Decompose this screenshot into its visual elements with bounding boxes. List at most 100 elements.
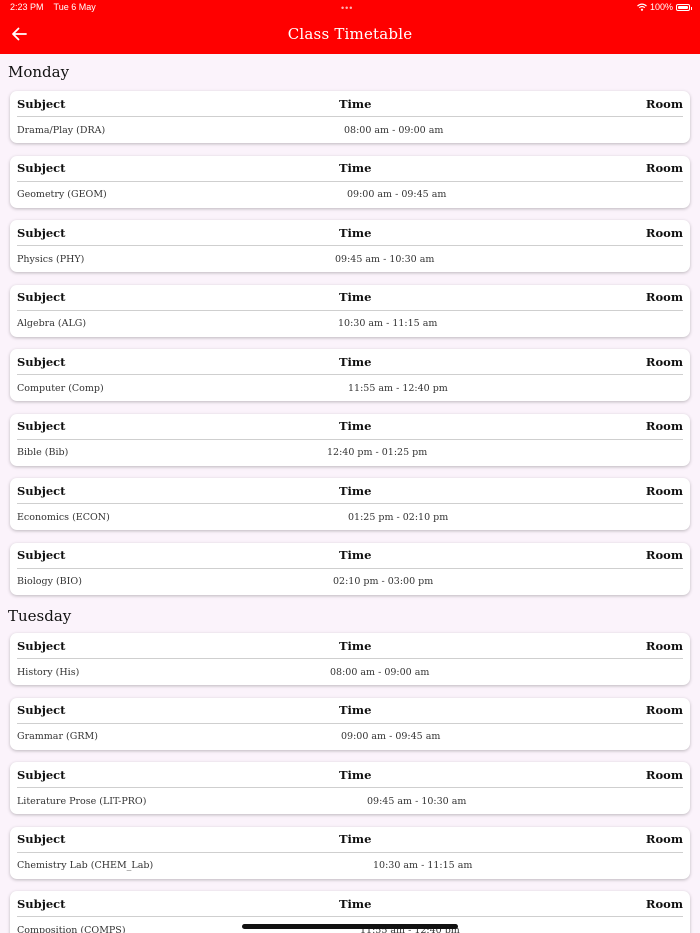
time-column-header: Time <box>339 703 372 717</box>
card-header-row: Subject Time Room <box>17 349 683 375</box>
class-row: History (His) 08:00 am - 09:00 am <box>17 660 683 684</box>
subject-column-header: Subject <box>17 767 66 782</box>
room-column-header: Room <box>645 161 683 175</box>
time-column-header: Time <box>339 96 372 111</box>
card-header-row: Subject Time Room <box>17 543 683 569</box>
class-subject: Grammar (GRM) <box>17 731 98 742</box>
class-row: Algebra (ALG) 10:30 am - 11:15 am <box>17 312 683 336</box>
card-header-row: Subject Time Room <box>17 478 683 504</box>
class-card[interactable]: Subject Time Room Biology (BIO) 02:10 pm - 0… <box>10 542 690 595</box>
class-card[interactable]: Subject Time Room Drama/Play (DRA) 08:00 am … <box>10 91 690 143</box>
room-column-header: Room <box>645 703 683 717</box>
battery-percent: 100% <box>649 2 673 12</box>
room-column-header: Room <box>645 419 683 433</box>
class-time: 01:25 pm - 02:10 pm <box>348 511 449 523</box>
room-column-header: Room <box>645 896 683 911</box>
subject-column-header: Subject <box>17 703 66 717</box>
back-arrow-icon[interactable] <box>10 26 28 42</box>
class-subject: Economics (ECON) <box>17 511 110 523</box>
home-indicator[interactable] <box>242 924 458 929</box>
class-subject: Bible (Bib) <box>17 447 69 458</box>
subject-column-header: Subject <box>17 225 66 240</box>
time-column-header: Time <box>339 419 372 433</box>
class-card[interactable]: Subject Time Room Physics (PHY) 09:45 am - 1… <box>10 220 690 272</box>
card-header-row: Subject Time Room <box>17 91 683 117</box>
room-column-header: Room <box>645 638 683 653</box>
class-row: Economics (ECON) 01:25 pm - 02:10 pm <box>17 505 683 529</box>
card-header-row: Subject Time Room <box>17 762 683 788</box>
status-time: 2:23 PM <box>10 2 44 12</box>
battery-icon <box>676 3 692 11</box>
card-header-row: Subject Time Room <box>17 633 683 659</box>
class-row: Grammar (GRM) 09:00 am - 09:45 am <box>17 725 683 749</box>
class-card[interactable]: Subject Time Room Grammar (GRM) 09:00 am - 0… <box>10 697 690 750</box>
class-row: Computer (Comp) 11:55 am - 12:40 pm <box>17 376 683 400</box>
time-column-header: Time <box>339 896 372 911</box>
class-time: 11:55 am - 12:40 pm <box>348 382 448 394</box>
status-right: 100% <box>637 2 692 12</box>
subject-column-header: Subject <box>17 161 66 175</box>
class-time: 09:45 am - 10:30 am <box>335 253 435 265</box>
page-title: Class Timetable <box>287 25 413 43</box>
card-header-row: Subject Time Room <box>17 891 683 917</box>
room-column-header: Room <box>645 767 683 782</box>
subject-column-header: Subject <box>17 483 66 498</box>
class-time: 10:30 am - 11:15 am <box>338 318 438 329</box>
time-column-header: Time <box>339 832 372 846</box>
room-column-header: Room <box>645 225 683 240</box>
class-subject: Chemistry Lab (CHEM_Lab) <box>17 860 154 871</box>
room-column-header: Room <box>645 548 683 562</box>
time-column-header: Time <box>339 290 372 304</box>
class-time: 08:00 am - 09:00 am <box>330 666 430 678</box>
class-subject: Drama/Play (DRA) <box>17 124 106 136</box>
class-subject: Geometry (GEOM) <box>17 189 107 200</box>
class-card[interactable]: Subject Time Room Economics (ECON) 01:25 pm … <box>10 478 690 530</box>
class-time: 02:10 pm - 03:00 pm <box>333 576 434 587</box>
class-row: Bible (Bib) 12:40 pm - 01:25 pm <box>17 441 683 465</box>
class-card[interactable]: Subject Time Room Chemistry Lab (CHEM_Lab) 1… <box>10 826 690 879</box>
app-bar: Class Timetable <box>0 14 700 54</box>
class-row: Literature Prose (LIT-PRO) 09:45 am - 10:… <box>17 789 683 813</box>
time-column-header: Time <box>339 548 372 562</box>
class-card[interactable]: Subject Time Room History (His) 08:00 am - 0… <box>10 633 690 685</box>
subject-column-header: Subject <box>17 832 66 846</box>
time-column-header: Time <box>339 767 372 782</box>
status-bar: 2:23 PM Tue 6 May ••• 100% <box>0 0 700 14</box>
wifi-icon <box>637 3 647 11</box>
day-heading-tuesday: Tuesday <box>8 607 72 625</box>
card-header-row: Subject Time Room <box>17 285 683 311</box>
class-card[interactable]: Subject Time Room Geometry (GEOM) 09:00 am -… <box>10 155 690 208</box>
card-header-row: Subject Time Room <box>17 827 683 853</box>
class-time: 08:00 am - 09:00 am <box>344 124 444 136</box>
card-header-row: Subject Time Room <box>17 220 683 246</box>
room-column-header: Room <box>645 96 683 111</box>
subject-column-header: Subject <box>17 354 66 369</box>
class-card[interactable]: Subject Time Room Literature Prose (LIT-PRO… <box>10 762 690 814</box>
timetable-list[interactable]: Monday Subject Time Room Drama/Play (DRA) 08:… <box>0 54 700 933</box>
room-column-header: Room <box>645 483 683 498</box>
subject-column-header: Subject <box>17 96 66 111</box>
class-row: Drama/Play (DRA) 08:00 am - 09:00 am <box>17 118 683 142</box>
multitasking-dots-icon: ••• <box>341 3 354 13</box>
class-subject: Literature Prose (LIT-PRO) <box>17 795 147 807</box>
room-column-header: Room <box>645 290 683 304</box>
class-subject: Composition (COMPS) <box>17 924 126 933</box>
card-header-row: Subject Time Room <box>17 698 683 724</box>
class-card[interactable]: Subject Time Room Computer (Comp) 11:55 am -… <box>10 349 690 401</box>
time-column-header: Time <box>339 225 372 240</box>
subject-column-header: Subject <box>17 548 66 562</box>
time-column-header: Time <box>339 483 372 498</box>
class-row: Chemistry Lab (CHEM_Lab) 10:30 am - 11:15… <box>17 854 683 878</box>
class-time: 12:40 pm - 01:25 pm <box>327 447 428 458</box>
subject-column-header: Subject <box>17 896 66 911</box>
class-card[interactable]: Subject Time Room Algebra (ALG) 10:30 am - 1… <box>10 284 690 337</box>
day-heading-monday: Monday <box>8 63 70 81</box>
class-time: 09:00 am - 09:45 am <box>341 731 441 742</box>
room-column-header: Room <box>645 354 683 369</box>
time-column-header: Time <box>339 354 372 369</box>
subject-column-header: Subject <box>17 638 66 653</box>
status-date: Tue 6 May <box>53 2 96 12</box>
class-subject: Physics (PHY) <box>17 253 85 265</box>
class-card[interactable]: Subject Time Room Bible (Bib) 12:40 pm - 01:… <box>10 413 690 466</box>
class-subject: History (His) <box>17 666 80 678</box>
